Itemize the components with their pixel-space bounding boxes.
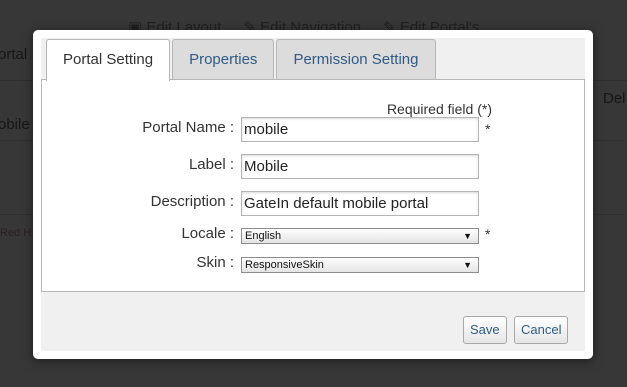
locale-label: Locale : xyxy=(181,225,234,242)
locale-row: Locale : English ▼ * xyxy=(42,225,586,254)
skin-label: Skin : xyxy=(196,254,234,271)
required-marker: * xyxy=(485,121,491,137)
label-row: Label : xyxy=(42,154,586,180)
tab-bar: Portal Setting Properties Permission Set… xyxy=(46,39,438,81)
label-input[interactable] xyxy=(241,154,479,179)
portal-name-row: Portal Name : * xyxy=(42,117,586,143)
caret-down-icon: ▼ xyxy=(463,231,472,241)
description-label: Description : xyxy=(150,193,234,210)
portal-name-label: Portal Name : xyxy=(142,119,234,136)
label-label: Label : xyxy=(188,156,234,173)
locale-value: English xyxy=(245,230,282,242)
skin-select[interactable]: ResponsiveSkin ▼ xyxy=(241,257,479,273)
save-button[interactable]: Save xyxy=(463,316,507,344)
portal-name-input[interactable] xyxy=(241,117,479,142)
skin-value: ResponsiveSkin xyxy=(245,259,324,271)
portal-settings-dialog: Portal Setting Properties Permission Set… xyxy=(33,30,593,359)
required-field-note: Required field (*) xyxy=(386,101,492,117)
description-input[interactable] xyxy=(241,191,479,216)
skin-row: Skin : ResponsiveSkin ▼ xyxy=(42,254,586,283)
required-marker: * xyxy=(485,226,491,242)
dialog-body: Portal Setting Properties Permission Set… xyxy=(41,38,585,351)
description-row: Description : xyxy=(42,191,586,217)
caret-down-icon: ▼ xyxy=(463,260,472,270)
locale-select[interactable]: English ▼ xyxy=(241,228,479,244)
tab-portal-setting[interactable]: Portal Setting xyxy=(46,39,171,81)
portal-setting-panel: Required field (*) Portal Name : * Label… xyxy=(41,79,585,292)
tab-properties[interactable]: Properties xyxy=(172,39,275,79)
cancel-button[interactable]: Cancel xyxy=(514,316,569,344)
tab-permission-setting[interactable]: Permission Setting xyxy=(276,39,436,79)
